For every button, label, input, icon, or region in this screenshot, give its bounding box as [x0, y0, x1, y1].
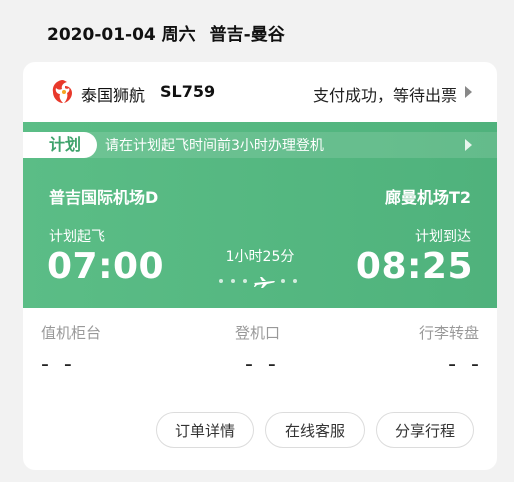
checkin-counter-value: - -	[41, 352, 76, 377]
arrival-label: 计划到达	[415, 229, 471, 245]
airline-name: 泰国狮航	[81, 86, 146, 105]
customer-service-button[interactable]: 在线客服	[265, 412, 365, 448]
order-status[interactable]: 支付成功，等待出票	[313, 82, 457, 106]
route-dot	[293, 279, 297, 283]
airplane-icon	[254, 277, 275, 288]
share-itinerary-button[interactable]: 分享行程	[376, 412, 474, 448]
baggage-carousel-value: - -	[448, 352, 483, 377]
checkin-notice-text[interactable]: 请在计划起飞时间前3小时办理登机	[105, 135, 324, 155]
route-dot	[281, 279, 285, 283]
arrival-airport: 廊曼机场T2	[384, 188, 471, 207]
airport-info-row: 值机柜台 登机口 行李转盘 - - - - - -	[23, 308, 497, 398]
baggage-carousel-label: 行李转盘	[418, 324, 479, 342]
plan-badge: 计划	[23, 132, 97, 158]
chevron-right-icon[interactable]	[465, 139, 472, 151]
checkin-counter-label: 值机柜台	[41, 324, 102, 342]
departure-label: 计划起飞	[49, 229, 105, 245]
chevron-right-icon[interactable]	[465, 86, 472, 98]
route-dot	[243, 279, 247, 283]
flight-weekday: 周六	[161, 25, 196, 45]
gate-value: - -	[245, 352, 280, 377]
route-line	[215, 274, 305, 288]
airline-row[interactable]: 泰国狮航 SL759 支付成功，等待出票	[23, 62, 497, 122]
flight-info-panel: 计划 请在计划起飞时间前3小时办理登机 普吉国际机场D 廊曼机场T2 计划起飞 …	[23, 122, 497, 308]
lion-logo-icon	[52, 80, 72, 103]
flight-number: SL759	[160, 82, 216, 101]
flight-date: 2020-01-04	[47, 25, 156, 45]
route-dot	[231, 279, 235, 283]
flight-route: 普吉-曼谷	[209, 25, 285, 45]
flight-card: 泰国狮航 SL759 支付成功，等待出票 计划 请在计划起飞时间前3小时办理登机…	[23, 62, 497, 470]
gate-label: 登机口	[235, 324, 281, 342]
flight-duration: 1小时25分	[225, 249, 295, 265]
page-header: 2020-01-04 周六 普吉-曼谷	[47, 20, 285, 45]
action-buttons: 订单详情 在线客服 分享行程	[23, 412, 497, 452]
order-details-button[interactable]: 订单详情	[156, 412, 254, 448]
departure-airport: 普吉国际机场D	[49, 188, 159, 207]
route-dot	[219, 279, 223, 283]
